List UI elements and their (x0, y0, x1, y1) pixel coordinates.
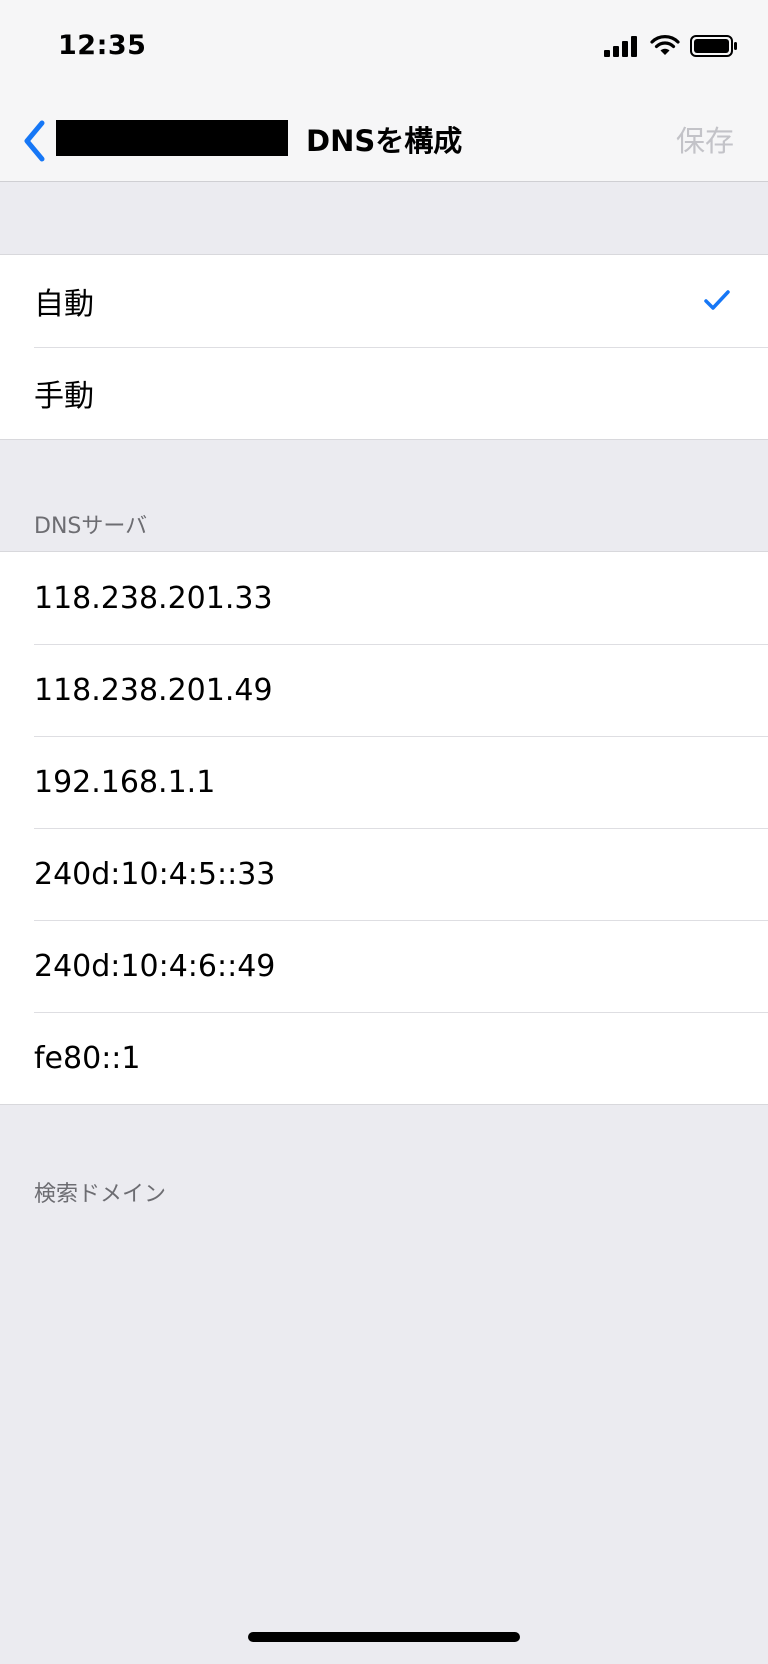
dns-servers-header: DNSサーバ (34, 514, 148, 539)
wifi-icon (650, 35, 680, 55)
list-item[interactable]: 240d:10:4:6::49 (0, 920, 768, 1012)
dns-server-address: 118.238.201.33 (34, 580, 273, 616)
dns-server-address: 240d:10:4:6::49 (34, 948, 276, 984)
page-title: DNSを構成 (306, 124, 463, 158)
status-bar: 12:35 (0, 0, 768, 100)
cellular-signal-icon (604, 36, 637, 57)
battery-icon (690, 35, 737, 57)
list-item[interactable]: 240d:10:4:5::33 (0, 828, 768, 920)
mode-option-label: 手動 (34, 379, 94, 414)
mode-option-label: 自動 (34, 287, 94, 322)
list-item[interactable]: 118.238.201.33 (0, 552, 768, 644)
chevron-left-icon (24, 120, 45, 162)
navigation-bar: DNSを構成 保存 (0, 100, 768, 182)
dns-server-address: 192.168.1.1 (34, 764, 216, 800)
save-button[interactable]: 保存 (676, 118, 734, 160)
list-item[interactable]: 118.238.201.49 (0, 644, 768, 736)
list-item[interactable]: 192.168.1.1 (0, 736, 768, 828)
back-button[interactable] (14, 114, 54, 168)
dns-server-address: 118.238.201.49 (34, 672, 273, 708)
checkmark-icon (704, 290, 730, 310)
dns-server-address: fe80::1 (34, 1040, 141, 1076)
status-icons (604, 34, 738, 58)
search-domains-header: 検索ドメイン (34, 1182, 167, 1207)
status-time: 12:35 (58, 30, 147, 61)
list-item[interactable]: fe80::1 (0, 1012, 768, 1104)
dns-servers-list: 118.238.201.33 118.238.201.49 192.168.1.… (0, 551, 768, 1105)
dns-mode-group: 自動 手動 (0, 254, 768, 440)
redacted-back-label (56, 120, 288, 156)
mode-option-automatic[interactable]: 自動 (0, 255, 768, 347)
home-indicator[interactable] (248, 1632, 520, 1642)
dns-server-address: 240d:10:4:5::33 (34, 856, 276, 892)
mode-option-manual[interactable]: 手動 (0, 347, 768, 439)
